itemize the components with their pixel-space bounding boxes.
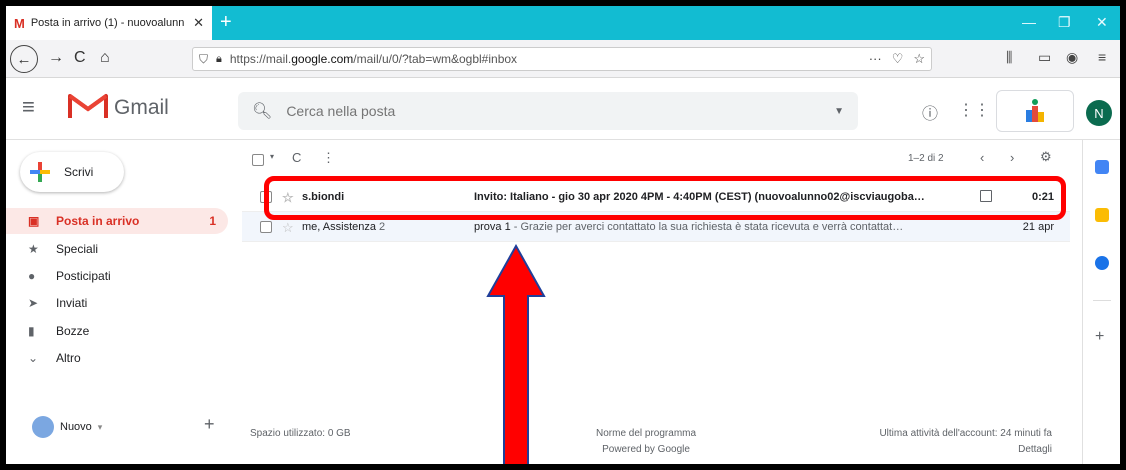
- highlight-box: [264, 176, 1066, 220]
- nav-bar: ← → C ⌂ ⛉ 🔒︎ https://mail.google.com/mai…: [6, 40, 1120, 78]
- minimize-icon[interactable]: —: [1022, 14, 1036, 30]
- send-icon: ➤: [28, 296, 39, 310]
- select-all-checkbox[interactable]: [252, 154, 264, 166]
- lock-icon[interactable]: 🔒︎: [216, 53, 222, 66]
- star-icon[interactable]: ☆: [282, 220, 294, 236]
- last-activity-text: Ultima attività dell'account: 24 minuti …: [879, 428, 1052, 439]
- program-policies-link[interactable]: Norme del programma: [596, 426, 696, 442]
- user-avatar: [32, 416, 54, 438]
- keep-icon[interactable]: [1095, 208, 1109, 222]
- email-date: 21 apr: [1022, 221, 1054, 233]
- side-panel: +: [1082, 140, 1120, 464]
- refresh-icon[interactable]: C: [292, 150, 301, 165]
- star-icon: ★: [28, 242, 39, 256]
- sidebar-icon[interactable]: ▭: [1038, 49, 1051, 66]
- sidebar-item-more[interactable]: ⌄ Altro: [6, 345, 228, 371]
- page-actions-icon[interactable]: ···: [869, 51, 882, 67]
- details-link[interactable]: Dettagli: [879, 442, 1052, 458]
- email-subject: prova 1 - Grazie per averci contattato l…: [474, 221, 904, 233]
- library-icon[interactable]: ⫼: [1006, 49, 1012, 66]
- add-addon-icon[interactable]: +: [1095, 328, 1104, 346]
- sidebar-item-sent[interactable]: ➤ Inviati: [6, 290, 228, 316]
- home-icon[interactable]: ⌂: [100, 49, 110, 67]
- pagination-text: 1–2 di 2: [908, 153, 944, 164]
- help-icon[interactable]: ⓘ: [922, 100, 938, 124]
- chevron-down-icon: ⌄: [28, 351, 39, 365]
- browser-window: M Posta in arrivo (1) - nuovoalunn ✕ + —…: [6, 6, 1120, 464]
- reload-icon[interactable]: C: [74, 49, 86, 67]
- search-icon[interactable]: 🔍︎: [252, 101, 272, 121]
- back-icon[interactable]: ←: [10, 45, 38, 73]
- restore-icon[interactable]: ❐: [1058, 14, 1071, 31]
- main-menu-icon[interactable]: ≡: [22, 94, 35, 120]
- compose-plus-icon: [30, 162, 50, 182]
- select-dropdown-icon[interactable]: ▾: [270, 152, 274, 161]
- powered-by-google: Powered by Google: [602, 444, 690, 455]
- add-contact-icon[interactable]: +: [204, 414, 215, 435]
- close-window-icon[interactable]: ✕: [1096, 14, 1108, 31]
- inbox-unread-count: 1: [209, 214, 216, 228]
- compose-label: Scrivi: [64, 165, 94, 179]
- account-avatar[interactable]: N: [1086, 100, 1112, 126]
- search-input[interactable]: [286, 103, 821, 119]
- calendar-icon[interactable]: [1095, 160, 1109, 174]
- tab-bar: M Posta in arrivo (1) - nuovoalunn ✕ + —…: [6, 6, 1120, 40]
- more-options-icon[interactable]: ⋮: [322, 150, 335, 166]
- next-page-icon[interactable]: ›: [1010, 150, 1014, 165]
- organization-logo[interactable]: [996, 90, 1074, 132]
- email-sender: me, Assistenza 2: [302, 221, 386, 233]
- bookmark-star-icon[interactable]: ☆: [913, 51, 925, 67]
- shield-icon[interactable]: ⛉: [199, 52, 208, 67]
- sidebar-item-snoozed[interactable]: ● Posticipati: [6, 263, 228, 289]
- gmail-wordmark[interactable]: Gmail: [114, 96, 169, 120]
- tab-title: Posta in arrivo (1) - nuovoalunn: [30, 17, 185, 29]
- url-text[interactable]: https://mail.google.com/mail/u/0/?tab=wm…: [230, 52, 861, 66]
- browser-tab[interactable]: M Posta in arrivo (1) - nuovoalunn ✕: [6, 6, 212, 40]
- storage-info: Spazio utilizzato: 0 GB: [250, 428, 351, 439]
- divider: [1093, 300, 1111, 301]
- account-icon[interactable]: ◉: [1066, 49, 1078, 66]
- row-checkbox[interactable]: [260, 221, 272, 233]
- hangouts-user[interactable]: Nuovo ▾: [32, 416, 102, 438]
- compose-button[interactable]: Scrivi: [20, 152, 124, 192]
- draft-icon: ▮: [28, 324, 35, 338]
- sidebar-item-inbox[interactable]: ▣ Posta in arrivo 1: [6, 208, 228, 234]
- gmail-header: ≡ Gmail 🔍︎ ▼ ⓘ ⋮⋮ N: [6, 78, 1120, 140]
- apps-grid-icon[interactable]: ⋮⋮: [958, 100, 990, 120]
- gmail-favicon-icon: M: [14, 15, 25, 31]
- gmail-logo-icon[interactable]: [68, 90, 108, 120]
- url-bar[interactable]: ⛉ 🔒︎ https://mail.google.com/mail/u/0/?t…: [192, 47, 932, 71]
- menu-icon[interactable]: ≡: [1098, 49, 1106, 65]
- sidebar-item-starred[interactable]: ★ Speciali: [6, 236, 228, 262]
- new-tab-icon[interactable]: +: [220, 10, 232, 34]
- prev-page-icon[interactable]: ‹: [980, 150, 984, 165]
- inbox-icon: ▣: [28, 214, 40, 228]
- sidebar-item-drafts[interactable]: ▮ Bozze: [6, 318, 228, 344]
- up-arrow-icon: [486, 244, 546, 464]
- search-options-icon[interactable]: ▼: [834, 106, 844, 117]
- settings-gear-icon[interactable]: ⚙: [1040, 149, 1052, 165]
- clock-icon: ●: [28, 269, 36, 283]
- search-bar[interactable]: 🔍︎ ▼: [238, 92, 858, 130]
- close-tab-icon[interactable]: ✕: [193, 15, 204, 31]
- chevron-down-icon[interactable]: ▾: [98, 422, 103, 433]
- tasks-icon[interactable]: [1095, 256, 1109, 270]
- list-toolbar: ▾ C ⋮ 1–2 di 2 ‹ › ⚙: [250, 146, 1052, 176]
- school-logo-icon: [1026, 99, 1044, 122]
- forward-icon[interactable]: →: [48, 49, 64, 67]
- pocket-icon[interactable]: ♡: [892, 51, 904, 67]
